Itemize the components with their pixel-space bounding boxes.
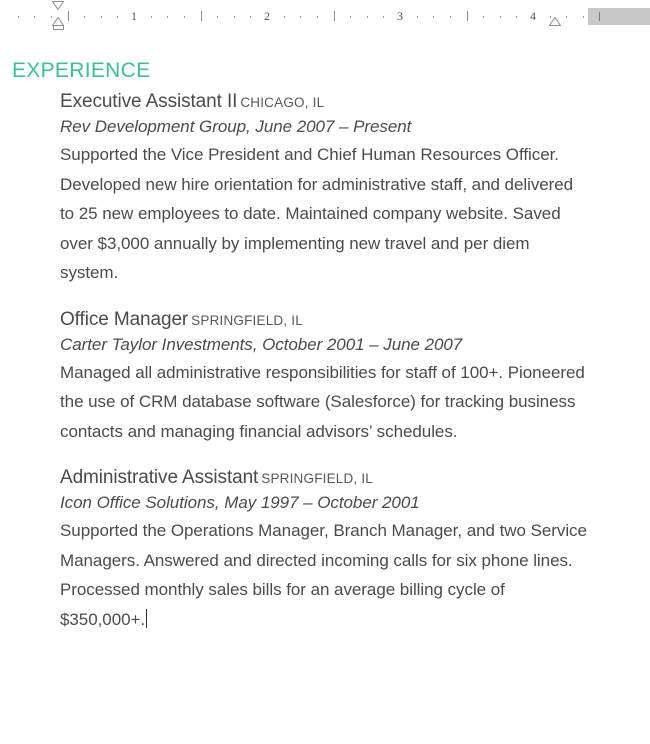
ruler-right-margin-zone xyxy=(588,8,650,25)
job-location: SPRINGFIELD, IL xyxy=(261,471,374,486)
ruler-eighth-inch-tick xyxy=(167,16,168,18)
ruler-eighth-inch-tick xyxy=(500,16,501,18)
experience-entry-list: Executive Assistant II CHICAGO, IL Rev De… xyxy=(60,91,590,634)
ruler-eighth-inch-tick xyxy=(18,16,19,18)
entry-title-line: Administrative Assistant SPRINGFIELD, IL xyxy=(60,467,590,489)
ruler-half-inch-tick xyxy=(201,11,202,21)
ruler-eighth-inch-tick xyxy=(34,16,35,18)
ruler-eighth-inch-tick xyxy=(300,16,301,18)
text-caret xyxy=(146,608,148,628)
section-heading-experience: EXPERIENCE xyxy=(12,59,151,82)
right-indent-marker[interactable] xyxy=(549,17,561,26)
ruler-eighth-inch-tick xyxy=(284,16,285,18)
ruler-eighth-inch-tick xyxy=(84,16,85,18)
ruler-eighth-inch-tick xyxy=(417,16,418,18)
ruler-eighth-inch-tick xyxy=(350,16,351,18)
ruler-eighth-inch-tick xyxy=(433,16,434,18)
ruler-eighth-inch-tick xyxy=(317,16,318,18)
ruler-eighth-inch-tick xyxy=(450,16,451,18)
company-and-dates: Carter Taylor Investments, October 2001 … xyxy=(60,334,463,354)
entry-description-text: Supported the Operations Manager, Branch… xyxy=(60,521,587,629)
ruler-eighth-inch-tick xyxy=(566,16,567,18)
job-location: CHICAGO, IL xyxy=(240,95,325,110)
experience-entry[interactable]: Executive Assistant II CHICAGO, IL Rev De… xyxy=(60,91,590,288)
ruler-eighth-inch-tick xyxy=(101,16,102,18)
ruler-eighth-inch-tick xyxy=(367,16,368,18)
horizontal-ruler[interactable]: 1 2 3 4 xyxy=(0,0,650,32)
ruler-number-3: 3 xyxy=(397,9,403,23)
ruler-eighth-inch-tick xyxy=(234,16,235,18)
ruler-half-inch-tick xyxy=(467,11,468,21)
ruler-eighth-inch-tick xyxy=(184,16,185,18)
entry-description: Managed all administrative responsibilit… xyxy=(60,362,585,441)
experience-entry[interactable]: Office Manager SPRINGFIELD, IL Carter Tay… xyxy=(60,309,590,447)
experience-entry[interactable]: Administrative Assistant SPRINGFIELD, IL … xyxy=(60,467,590,634)
job-location: SPRINGFIELD, IL xyxy=(191,312,303,328)
ruler-eighth-inch-tick xyxy=(383,16,384,18)
ruler-number-2: 2 xyxy=(264,9,270,23)
ruler-eighth-inch-tick xyxy=(583,16,584,18)
ruler-eighth-inch-tick xyxy=(217,16,218,18)
entry-title-line: Executive Assistant II CHICAGO, IL xyxy=(60,91,590,113)
job-title: Executive Assistant II xyxy=(60,91,238,112)
company-and-dates: Rev Development Group, June 2007 – Prese… xyxy=(60,117,412,136)
job-title: Office Manager xyxy=(60,308,189,330)
company-and-dates: Icon Office Solutions, May 1997 – Octobe… xyxy=(60,493,420,512)
entry-description: Supported the Operations Manager, Branch… xyxy=(60,516,590,634)
ruler-tab-stop[interactable] xyxy=(599,12,600,21)
ruler-number-1: 1 xyxy=(131,9,137,23)
ruler-eighth-inch-tick xyxy=(483,16,484,18)
ruler-half-inch-tick xyxy=(68,11,69,21)
job-title: Administrative Assistant xyxy=(60,467,259,488)
ruler-eighth-inch-tick xyxy=(250,16,251,18)
ruler-eighth-inch-tick xyxy=(516,16,517,18)
ruler-eighth-inch-tick xyxy=(151,16,152,18)
document-page[interactable]: EXPERIENCE Executive Assistant II CHICAGO… xyxy=(0,33,650,744)
ruler-number-4: 4 xyxy=(530,9,536,23)
ruler-eighth-inch-tick xyxy=(117,16,118,18)
entry-title-line: Office Manager SPRINGFIELD, IL xyxy=(60,309,590,331)
entry-description: Supported the Vice President and Chief H… xyxy=(60,145,574,282)
left-indent-marker[interactable] xyxy=(52,25,64,30)
first-line-indent-marker[interactable] xyxy=(52,1,64,10)
ruler-half-inch-tick xyxy=(334,11,335,21)
